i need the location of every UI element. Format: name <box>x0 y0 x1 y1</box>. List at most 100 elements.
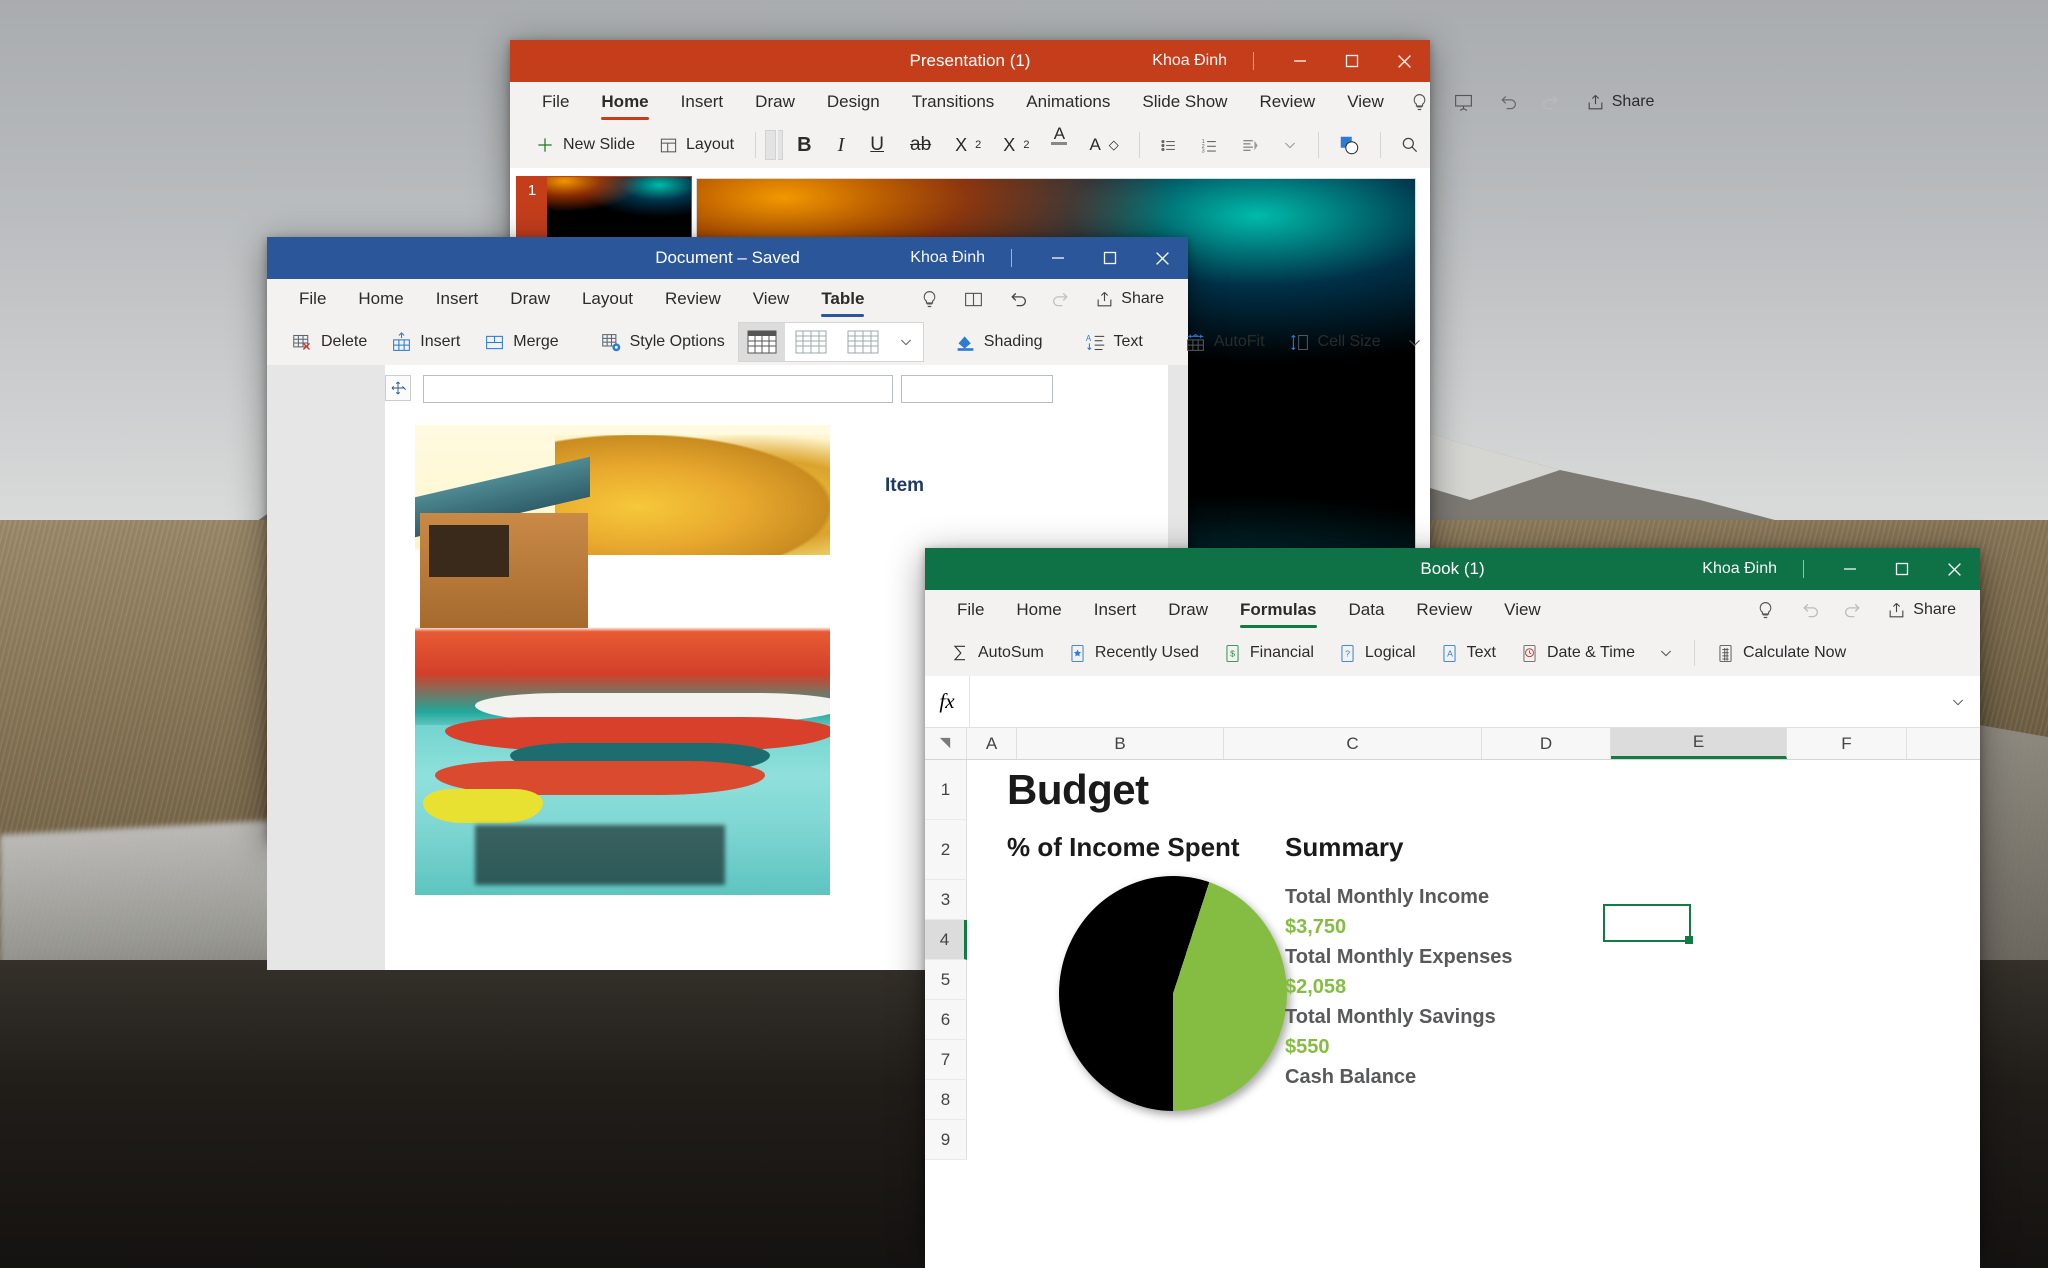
font-size-combo[interactable] <box>777 130 784 160</box>
tab-insert[interactable]: Insert <box>1078 590 1153 630</box>
cell-area[interactable]: Budget % of Income Spent Summary Total M… <box>967 760 1980 1200</box>
lightbulb-icon[interactable] <box>1400 85 1440 119</box>
maximize-icon[interactable] <box>1084 237 1136 279</box>
powerpoint-title-bar[interactable]: Presentation (1) Khoa Đinh <box>510 40 1430 82</box>
tab-slide-show[interactable]: Slide Show <box>1126 82 1243 122</box>
table-cell-b1[interactable] <box>901 375 1053 403</box>
recently-used-button[interactable]: Recently Used <box>1057 634 1210 672</box>
minimize-icon[interactable] <box>1032 237 1084 279</box>
row-header-1[interactable]: 1 <box>925 760 967 820</box>
column-header-d[interactable]: D <box>1482 728 1611 759</box>
tab-table[interactable]: Table <box>805 279 880 319</box>
logical-button[interactable]: ? Logical <box>1327 634 1427 672</box>
font-name-combo[interactable] <box>765 130 776 160</box>
row-headers[interactable]: 1 2 3 4 5 6 7 8 9 <box>925 760 967 1200</box>
boat-photo[interactable] <box>415 425 830 895</box>
text-function-button[interactable]: A Text <box>1429 634 1507 672</box>
cell-size-button[interactable]: Cell Size <box>1278 323 1392 361</box>
word-ribbon-tabs[interactable]: File Home Insert Draw Layout Review View… <box>267 279 1188 319</box>
word-title-bar[interactable]: Document – Saved Khoa Đinh <box>267 237 1188 279</box>
row-header-6[interactable]: 6 <box>925 1000 967 1040</box>
excel-window-controls[interactable] <box>1824 548 1980 590</box>
tab-formulas[interactable]: Formulas <box>1224 590 1333 630</box>
tab-draw[interactable]: Draw <box>494 279 566 319</box>
undo-icon[interactable] <box>997 282 1037 316</box>
chevron-down-icon[interactable] <box>1272 126 1308 164</box>
excel-ribbon-tabs[interactable]: File Home Insert Draw Formulas Data Revi… <box>925 590 1980 630</box>
fill-handle[interactable] <box>1685 936 1693 944</box>
excel-grid[interactable]: A B C D E F 1 2 3 4 5 6 7 8 9 Budget % o… <box>925 728 1980 1268</box>
table-cell-a1[interactable] <box>423 375 893 403</box>
word-account-name[interactable]: Khoa Đinh <box>910 249 991 267</box>
tab-view[interactable]: View <box>1331 82 1400 122</box>
autosum-button[interactable]: AutoSum <box>939 634 1055 672</box>
tab-file[interactable]: File <box>941 590 1000 630</box>
row-header-7[interactable]: 7 <box>925 1040 967 1080</box>
formula-input[interactable] <box>969 676 1936 727</box>
tab-layout[interactable]: Layout <box>566 279 649 319</box>
numbering-icon[interactable]: 123 <box>1190 126 1229 164</box>
layout-button[interactable]: Layout <box>648 126 745 164</box>
lightbulb-icon[interactable] <box>909 282 949 316</box>
tab-review[interactable]: Review <box>649 279 737 319</box>
table-style-options-button[interactable]: Style Options <box>590 323 736 361</box>
superscript-icon[interactable]: X2 <box>993 126 1039 164</box>
formula-bar[interactable]: fx <box>925 676 1980 728</box>
row-header-8[interactable]: 8 <box>925 1080 967 1120</box>
selected-cell-e4[interactable] <box>1603 904 1693 944</box>
powerpoint-ribbon-tabs[interactable]: File Home Insert Draw Design Transitions… <box>510 82 1654 122</box>
financial-button[interactable]: $ Financial <box>1212 634 1325 672</box>
tab-view[interactable]: View <box>1488 590 1557 630</box>
new-slide-button[interactable]: New Slide <box>524 126 646 164</box>
read-mode-icon[interactable] <box>953 282 993 316</box>
tab-review[interactable]: Review <box>1400 590 1488 630</box>
share-button[interactable]: Share <box>1877 593 1966 627</box>
tab-transitions[interactable]: Transitions <box>896 82 1011 122</box>
calculate-now-button[interactable]: Calculate Now <box>1705 634 1857 672</box>
chevron-down-icon[interactable] <box>1936 694 1980 710</box>
powerpoint-window-controls[interactable] <box>1274 40 1430 82</box>
powerpoint-account-name[interactable]: Khoa Đinh <box>1152 52 1233 70</box>
excel-title-bar[interactable]: Book (1) Khoa Đinh <box>925 548 1980 590</box>
italic-icon[interactable]: I <box>826 126 857 164</box>
column-header-a[interactable]: A <box>967 728 1017 759</box>
chevron-down-icon[interactable] <box>1394 323 1435 361</box>
redo-icon[interactable] <box>1041 282 1081 316</box>
column-header-f[interactable]: F <box>1787 728 1907 759</box>
underline-icon[interactable]: U <box>858 126 896 164</box>
column-header-c[interactable]: C <box>1224 728 1482 759</box>
maximize-icon[interactable] <box>1326 40 1378 82</box>
tab-file[interactable]: File <box>283 279 342 319</box>
shading-button[interactable]: Shading <box>944 323 1054 361</box>
word-window-controls[interactable] <box>1032 237 1188 279</box>
income-spent-pie-chart[interactable] <box>1059 876 1287 1111</box>
table-style-1[interactable] <box>738 323 785 361</box>
table-style-3[interactable] <box>837 323 889 361</box>
tab-insert[interactable]: Insert <box>420 279 495 319</box>
lightbulb-icon[interactable] <box>1745 593 1785 627</box>
grid-body[interactable]: 1 2 3 4 5 6 7 8 9 Budget % of Income Spe… <box>925 760 1980 1200</box>
row-header-9[interactable]: 9 <box>925 1120 967 1160</box>
excel-window[interactable]: Book (1) Khoa Đinh File Home Insert Draw… <box>925 548 1980 1268</box>
subscript-icon[interactable]: X2 <box>945 126 991 164</box>
tab-insert[interactable]: Insert <box>665 82 740 122</box>
close-icon[interactable] <box>1136 237 1188 279</box>
table-styles-gallery[interactable] <box>737 322 924 362</box>
shapes-icon[interactable] <box>1328 126 1370 164</box>
share-button[interactable]: Share <box>1576 85 1665 119</box>
chevron-down-icon[interactable] <box>1648 634 1684 672</box>
table-move-handle-icon[interactable] <box>385 375 411 401</box>
undo-icon[interactable] <box>1789 593 1829 627</box>
row-header-5[interactable]: 5 <box>925 960 967 1000</box>
table-delete-button[interactable]: Delete <box>281 323 378 361</box>
excel-ribbon[interactable]: AutoSum Recently Used $ Financial ? Logi… <box>925 630 1980 676</box>
tab-review[interactable]: Review <box>1243 82 1331 122</box>
share-button[interactable]: Share <box>1085 282 1174 316</box>
insert-function-icon[interactable]: fx <box>925 689 969 714</box>
redo-icon[interactable] <box>1532 85 1572 119</box>
search-icon[interactable] <box>1390 126 1430 164</box>
table-style-2[interactable] <box>785 323 837 361</box>
row-header-3[interactable]: 3 <box>925 880 967 920</box>
undo-icon[interactable] <box>1488 85 1528 119</box>
word-ribbon[interactable]: Delete Insert Merge Style Options Shadin… <box>267 319 1420 365</box>
